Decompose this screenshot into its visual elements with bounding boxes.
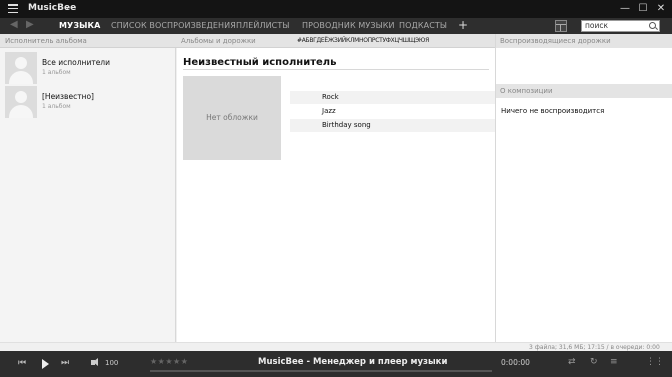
volume-icon[interactable] <box>91 358 98 366</box>
queue-list-icon[interactable]: ≡ <box>610 357 618 367</box>
artist-row[interactable]: [Неизвестно] 1 альбом <box>0 84 176 118</box>
album-artist-header[interactable]: Исполнитель альбома <box>5 37 87 45</box>
tab-music[interactable]: МУЗЫКА <box>59 21 100 30</box>
search-input[interactable]: поиск <box>581 20 660 32</box>
artist-album-count: 1 альбом <box>42 69 71 76</box>
nav-bar: ◀ ▶ МУЗЫКА СПИСОК ВОСПРОИЗВЕДЕНИЯ ПЛЕЙЛИ… <box>0 18 672 34</box>
player-bar: ⏮ ⏭ 100 ★★★★★ MusicBee - Менеджер и плее… <box>0 351 672 377</box>
layout-icon[interactable] <box>555 20 567 32</box>
title-bar: MusicBee ⌄ — ☐ ✕ <box>0 0 672 18</box>
albums-tracks-header[interactable]: Альбомы и дорожки <box>181 37 256 45</box>
track-info-panel: Ничего не воспроизводится <box>496 98 672 342</box>
close-button[interactable]: ✕ <box>654 2 668 16</box>
search-icon[interactable] <box>649 22 656 29</box>
tab-playlists[interactable]: ПЛЕЙЛИСТЫ <box>236 21 290 30</box>
hamburger-menu-icon[interactable] <box>8 4 18 14</box>
equalizer-icon[interactable]: ⋮⋮ <box>646 357 664 367</box>
album-cover-placeholder[interactable]: Нет обложки <box>183 76 281 160</box>
track-row[interactable]: Rock <box>290 91 495 104</box>
artist-avatar <box>5 86 37 118</box>
artist-heading: Неизвестный исполнитель <box>183 57 337 68</box>
volume-level[interactable]: 100 <box>105 359 118 367</box>
maximize-button[interactable]: ☐ <box>636 2 650 16</box>
next-track-icon[interactable]: ⏭ <box>61 358 69 368</box>
track-row[interactable]: Jazz <box>290 105 495 118</box>
search-placeholder: поиск <box>585 21 609 30</box>
tab-music-explorer[interactable]: ПРОВОДНИК МУЗЫКИ <box>302 21 395 30</box>
artist-list-panel: Все исполнители 1 альбом [Неизвестно] 1 … <box>0 48 176 342</box>
previous-track-icon[interactable]: ⏮ <box>18 358 26 368</box>
divider <box>183 69 489 70</box>
playback-time: 0:00:00 <box>501 358 530 367</box>
shuffle-icon[interactable]: ⇄ <box>568 357 576 367</box>
seek-bar[interactable] <box>150 370 492 372</box>
now-playing-title: MusicBee - Менеджер и плеер музыки <box>258 357 448 367</box>
artist-name: [Неизвестно] <box>42 92 94 101</box>
library-status-text: 3 файла; 31,6 МБ; 17:15 / в очереди: 0:0… <box>529 344 660 351</box>
rating-stars[interactable]: ★★★★★ <box>150 357 188 366</box>
tab-podcasts[interactable]: ПОДКАСТЫ <box>399 21 447 30</box>
add-tab-button[interactable]: + <box>458 18 468 32</box>
artist-row[interactable]: Все исполнители 1 альбом <box>0 50 176 84</box>
albums-tracks-panel: Неизвестный исполнитель Нет обложки Rock… <box>177 48 495 342</box>
nothing-playing-text: Ничего не воспроизводится <box>501 107 605 115</box>
tab-now-playing[interactable]: СПИСОК ВОСПРОИЗВЕДЕНИЯ <box>111 21 236 30</box>
forward-arrow-icon[interactable]: ▶ <box>26 19 34 30</box>
app-menu-chevron-icon[interactable]: ⌄ <box>63 3 70 12</box>
repeat-icon[interactable]: ↻ <box>590 357 598 367</box>
track-row[interactable]: Birthday song <box>290 119 495 132</box>
now-playing-queue <box>496 48 672 84</box>
artist-name: Все исполнители <box>42 58 110 67</box>
track-info-header[interactable]: О композиции <box>496 84 672 98</box>
status-bar: 3 файла; 31,6 МБ; 17:15 / в очереди: 0:0… <box>0 342 672 351</box>
artist-avatar <box>5 52 37 84</box>
alphabet-jump-bar[interactable]: #АБВГДЕЁЖЗИЙКЛМНОПРСТУФХЦЧШЩЭЮЯ <box>297 37 429 44</box>
minimize-button[interactable]: — <box>618 2 632 16</box>
back-arrow-icon[interactable]: ◀ <box>10 19 18 30</box>
play-icon[interactable] <box>42 359 49 369</box>
now-playing-queue-header[interactable]: Воспроизводящиеся дорожки <box>496 34 672 48</box>
artist-album-count: 1 альбом <box>42 103 71 110</box>
right-panel: Воспроизводящиеся дорожки О композиции Н… <box>495 34 672 342</box>
